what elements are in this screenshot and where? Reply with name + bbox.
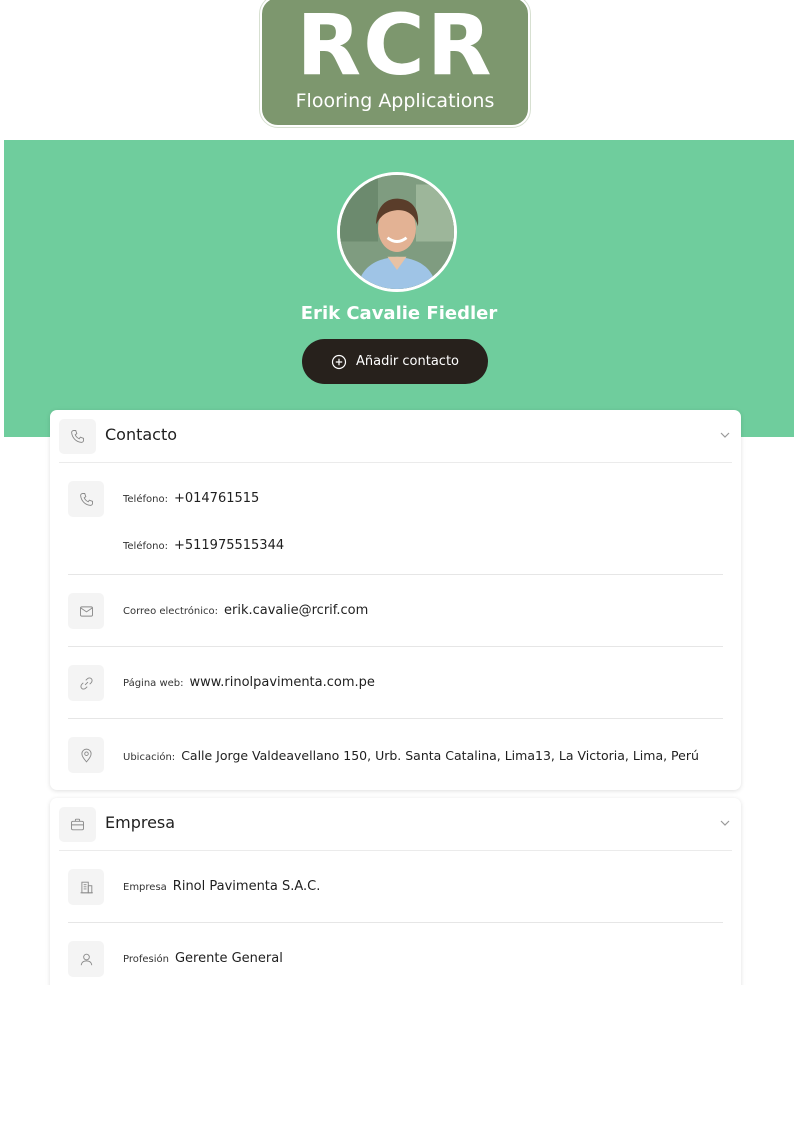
profile-header: Erik Cavalie Fiedler Añadir contacto	[4, 140, 794, 437]
email-label: Correo electrónico:	[123, 606, 218, 617]
phone-line-1: Teléfono: +014761515	[123, 491, 259, 506]
profile-name: Erik Cavalie Fiedler	[300, 303, 498, 324]
contact-section-title: Contacto	[105, 425, 178, 444]
profession-line: Profesión Gerente General	[123, 951, 283, 966]
email-row: Correo electrónico: erik.cavalie@rcrif.c…	[68, 575, 723, 647]
contact-card-header[interactable]: Contacto	[59, 410, 732, 463]
email-value[interactable]: erik.cavalie@rcrif.com	[224, 603, 368, 618]
contact-card: Contacto Teléfono: +014761515 Teléfono: …	[50, 410, 741, 790]
add-contact-label: Añadir contacto	[355, 354, 460, 369]
location-label: Ubicación:	[123, 752, 176, 763]
company-label: Empresa	[123, 882, 167, 893]
logo-main-text: RCR	[296, 0, 494, 94]
user-icon	[68, 941, 104, 977]
profession-row: Profesión Gerente General	[68, 923, 723, 994]
logo-sub-text: Flooring Applications	[295, 90, 495, 112]
phone-line-2: Teléfono: +511975515344	[123, 538, 284, 553]
logo-area: RCR Flooring Applications	[0, 0, 794, 135]
website-line: Página web: www.rinolpavimenta.com.pe	[123, 675, 375, 690]
company-card: Empresa Empresa Rinol Pavimenta S.A.C. P…	[50, 798, 741, 998]
phone-icon	[68, 481, 104, 517]
location-pin-icon	[68, 737, 104, 773]
chevron-down-icon[interactable]	[718, 816, 732, 830]
location-line: Ubicación: Calle Jorge Valdeavellano 150…	[123, 748, 699, 763]
company-row: Empresa Rinol Pavimenta S.A.C.	[68, 851, 723, 923]
company-logo: RCR Flooring Applications	[259, 0, 531, 128]
company-value: Rinol Pavimenta S.A.C.	[172, 879, 321, 894]
briefcase-icon	[59, 807, 96, 842]
location-row: Ubicación: Calle Jorge Valdeavellano 150…	[68, 719, 723, 790]
company-section-title: Empresa	[105, 813, 176, 832]
chevron-down-icon[interactable]	[718, 428, 732, 442]
phone-label: Teléfono:	[123, 494, 168, 505]
website-label: Página web:	[123, 678, 184, 689]
website-value[interactable]: www.rinolpavimenta.com.pe	[190, 675, 375, 690]
phone-value[interactable]: +511975515344	[174, 538, 284, 553]
plus-circle-icon	[331, 354, 347, 369]
avatar-photo	[340, 175, 454, 289]
profession-label: Profesión	[123, 954, 169, 965]
link-icon	[68, 665, 104, 701]
add-contact-button[interactable]: Añadir contacto	[302, 339, 488, 384]
company-card-header[interactable]: Empresa	[59, 798, 732, 851]
location-value[interactable]: Calle Jorge Valdeavellano 150, Urb. Sant…	[181, 748, 699, 763]
email-line: Correo electrónico: erik.cavalie@rcrif.c…	[123, 603, 368, 618]
phone-icon	[59, 419, 96, 454]
phone-label: Teléfono:	[123, 541, 168, 552]
company-line: Empresa Rinol Pavimenta S.A.C.	[123, 879, 320, 894]
avatar	[337, 172, 457, 292]
phone-value[interactable]: +014761515	[174, 491, 259, 506]
profession-value: Gerente General	[174, 951, 283, 966]
mail-icon	[68, 593, 104, 629]
page-bottom-blank	[0, 985, 794, 1123]
building-icon	[68, 869, 104, 905]
phone-row: Teléfono: +014761515 Teléfono: +51197551…	[68, 463, 723, 575]
website-row: Página web: www.rinolpavimenta.com.pe	[68, 647, 723, 719]
